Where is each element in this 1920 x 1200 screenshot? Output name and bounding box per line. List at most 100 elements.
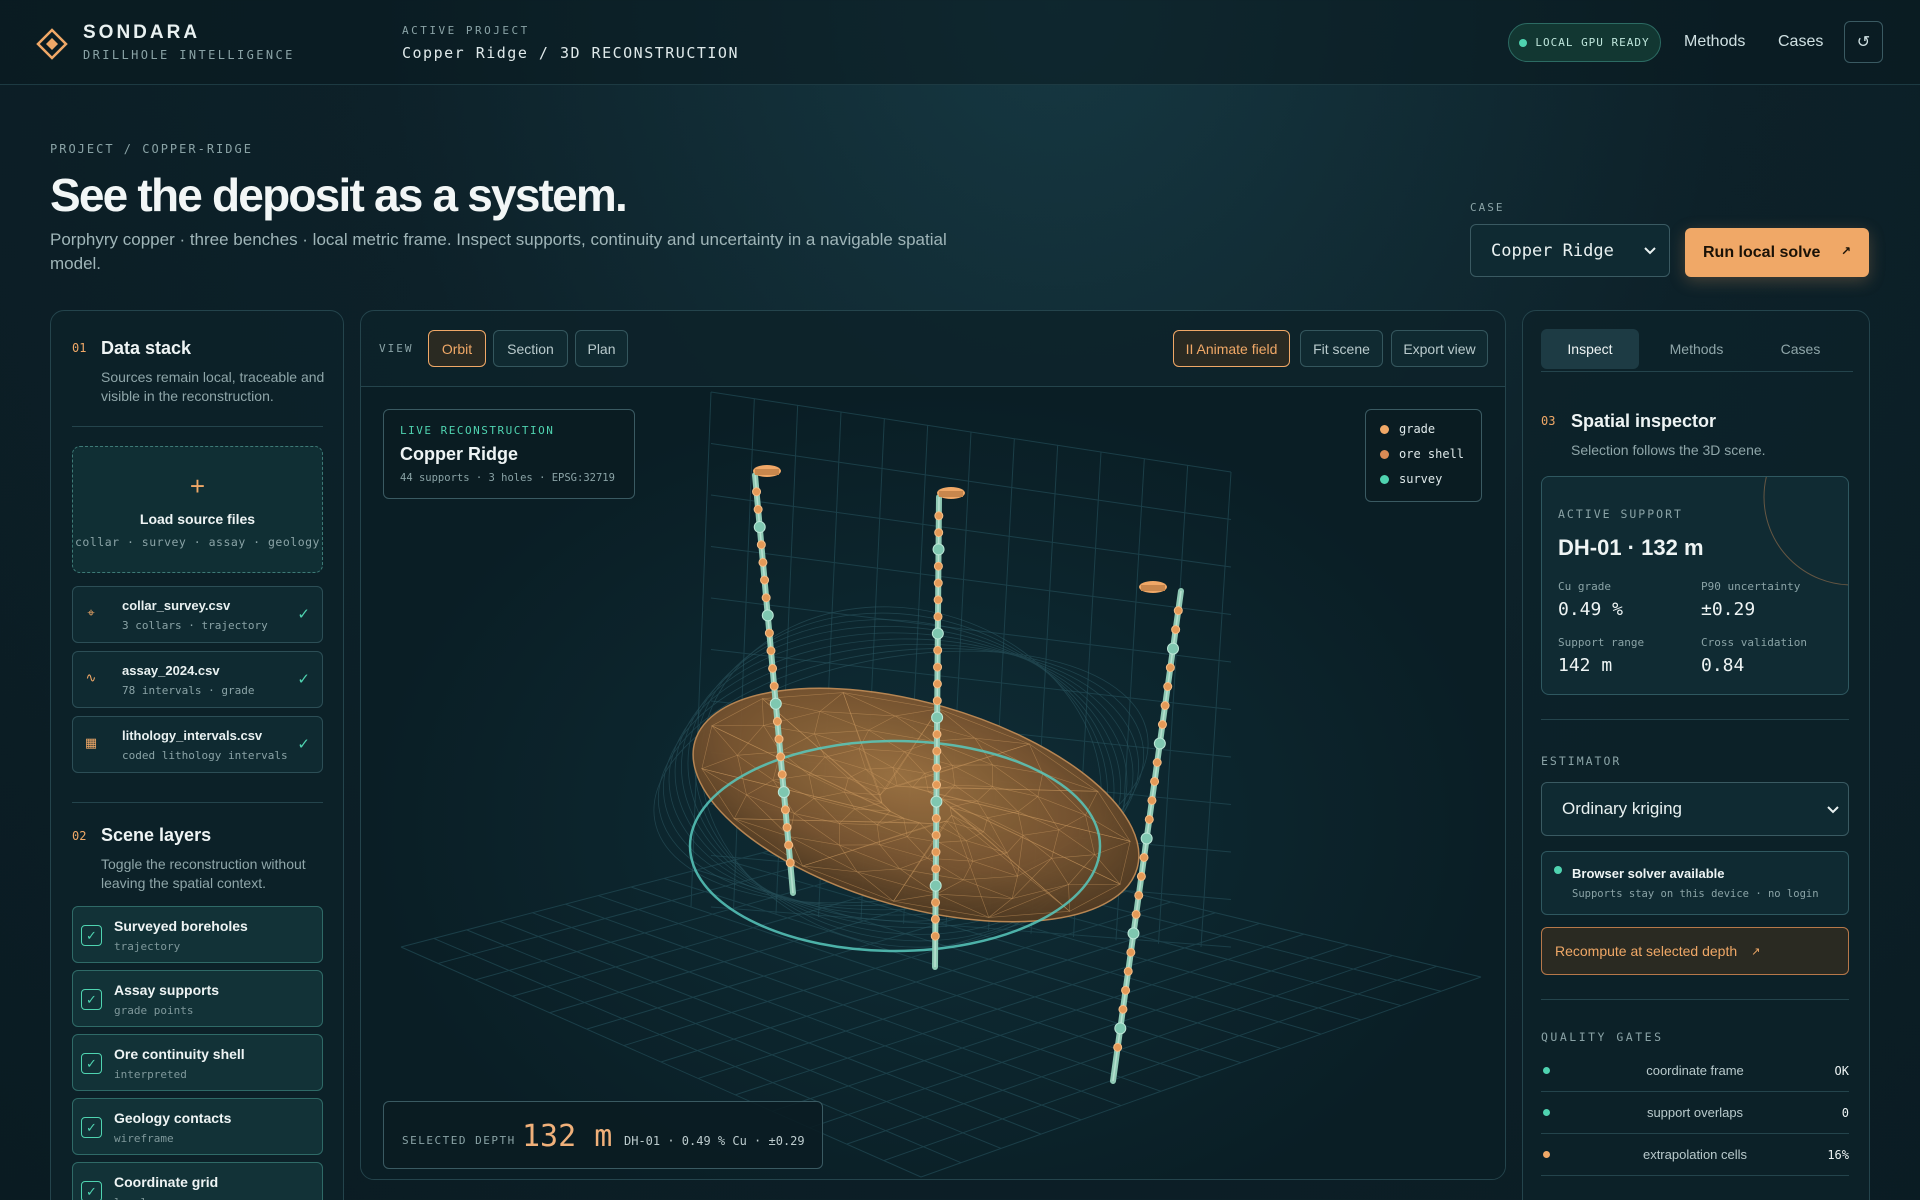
file-item-lithology[interactable]: ▦ lithology_intervals.csv coded litholog… [72,716,323,773]
assay-support-point[interactable] [1165,663,1175,673]
assay-support-point[interactable] [752,487,762,497]
assay-support-point[interactable] [772,716,782,726]
assay-support-point[interactable] [756,540,766,550]
layer-toggle-ore-shell[interactable]: ✓ Ore continuity shell interpreted [72,1034,323,1091]
assay-support-point[interactable] [753,521,766,534]
assay-support-point[interactable] [1139,852,1149,862]
assay-support-point[interactable] [930,931,940,941]
assay-support-point[interactable] [1118,1004,1128,1014]
assay-support-point[interactable] [1127,927,1140,940]
assay-support-point[interactable] [1147,795,1157,805]
estimator-select[interactable]: Ordinary kriging [1541,782,1849,836]
assay-support-point[interactable] [931,711,944,724]
assay-support-point[interactable] [933,645,943,655]
assay-support-point[interactable] [1150,776,1160,786]
assay-support-point[interactable] [934,528,944,538]
assay-support-point[interactable] [776,752,786,762]
assay-support-point[interactable] [769,697,782,710]
assay-support-point[interactable] [932,679,942,689]
checkbox-checked-icon[interactable]: ✓ [81,1181,102,1200]
assay-support-point[interactable] [933,561,943,571]
assay-support-point[interactable] [932,746,942,756]
assay-support-point[interactable] [777,786,790,799]
assay-support-point[interactable] [764,628,774,638]
assay-support-point[interactable] [758,557,768,567]
assay-support-point[interactable] [930,914,940,924]
assay-support-point[interactable] [933,595,943,605]
assay-support-point[interactable] [1157,720,1167,730]
assay-support-point[interactable] [1126,947,1136,957]
assay-support-point[interactable] [932,696,942,706]
assay-support-point[interactable] [1123,966,1133,976]
assay-support-point[interactable] [774,734,784,744]
assay-support-point[interactable] [932,780,942,790]
animate-field-button[interactable]: II Animate field [1173,330,1290,367]
assay-support-point[interactable] [1113,1042,1123,1052]
layer-toggle-boreholes[interactable]: ✓ Surveyed boreholes trajectory [72,906,323,963]
tab-cases[interactable]: Cases [1753,329,1848,369]
view-orbit-button[interactable]: Orbit [428,330,486,367]
assay-support-point[interactable] [1171,625,1181,635]
layer-toggle-assay-supports[interactable]: ✓ Assay supports grade points [72,970,323,1027]
run-local-solve-button[interactable]: Run local solve ↗ [1685,228,1869,277]
assay-support-point[interactable] [1144,814,1154,824]
assay-support-point[interactable] [931,627,944,640]
assay-support-point[interactable] [931,830,941,840]
export-view-button[interactable]: Export view [1391,330,1488,367]
view-section-button[interactable]: Section [493,330,568,367]
assay-support-point[interactable] [1163,682,1173,692]
assay-support-point[interactable] [1114,1022,1127,1035]
assay-support-point[interactable] [1173,606,1183,616]
assay-support-point[interactable] [1134,890,1144,900]
assay-support-point[interactable] [768,663,778,673]
tab-methods[interactable]: Methods [1649,329,1744,369]
assay-support-point[interactable] [932,729,942,739]
assay-support-point[interactable] [930,795,943,808]
assay-support-point[interactable] [933,612,943,622]
checkbox-checked-icon[interactable]: ✓ [81,1117,102,1138]
assay-support-point[interactable] [784,840,794,850]
assay-support-point[interactable] [760,575,770,585]
file-item-assay[interactable]: ∿ assay_2024.csv 78 intervals · grade ✓ [72,651,323,708]
assay-support-point[interactable] [753,504,763,514]
assay-support-point[interactable] [766,646,776,656]
assay-support-point[interactable] [933,578,943,588]
assay-support-point[interactable] [1153,737,1166,750]
assay-support-point[interactable] [777,769,787,779]
assay-support-point[interactable] [932,543,945,556]
assay-support-point[interactable] [782,822,792,832]
view-plan-button[interactable]: Plan [575,330,628,367]
assay-support-point[interactable] [931,897,941,907]
checkbox-checked-icon[interactable]: ✓ [81,989,102,1010]
assay-support-point[interactable] [932,763,942,773]
3d-viewport[interactable]: LIVE RECONSTRUCTION Copper Ridge 44 supp… [361,387,1506,1180]
fit-scene-button[interactable]: Fit scene [1300,330,1383,367]
checkbox-checked-icon[interactable]: ✓ [81,1053,102,1074]
tab-inspect[interactable]: Inspect [1541,329,1639,369]
assay-support-point[interactable] [769,681,779,691]
case-select[interactable]: Copper Ridge [1470,224,1670,277]
assay-support-point[interactable] [929,879,942,892]
assay-support-point[interactable] [934,511,944,521]
file-item-collar-survey[interactable]: ⌖ collar_survey.csv 3 collars · trajecto… [72,586,323,643]
assay-support-point[interactable] [1136,871,1146,881]
assay-support-point[interactable] [761,609,774,622]
assay-support-point[interactable] [931,847,941,857]
load-source-files-dropzone[interactable]: + Load source files collar · survey · as… [72,446,323,573]
assay-support-point[interactable] [1167,642,1180,655]
assay-support-point[interactable] [1131,909,1141,919]
nav-methods-link[interactable]: Methods [1684,33,1745,51]
assay-support-point[interactable] [780,805,790,815]
assay-support-point[interactable] [931,864,941,874]
assay-support-point[interactable] [1152,758,1162,767]
layer-toggle-coordinate-grid[interactable]: ✓ Coordinate grid local [72,1162,323,1200]
assay-support-point[interactable] [761,593,771,603]
3d-scene[interactable] [361,387,1506,1180]
nav-cases-link[interactable]: Cases [1778,33,1823,51]
assay-support-point[interactable] [931,813,941,823]
assay-support-point[interactable] [785,858,795,868]
layer-toggle-geology-contacts[interactable]: ✓ Geology contacts wireframe [72,1098,323,1155]
assay-support-point[interactable] [933,662,943,672]
assay-support-point[interactable] [1121,985,1131,995]
recompute-button[interactable]: Recompute at selected depth ↗ [1541,927,1849,975]
